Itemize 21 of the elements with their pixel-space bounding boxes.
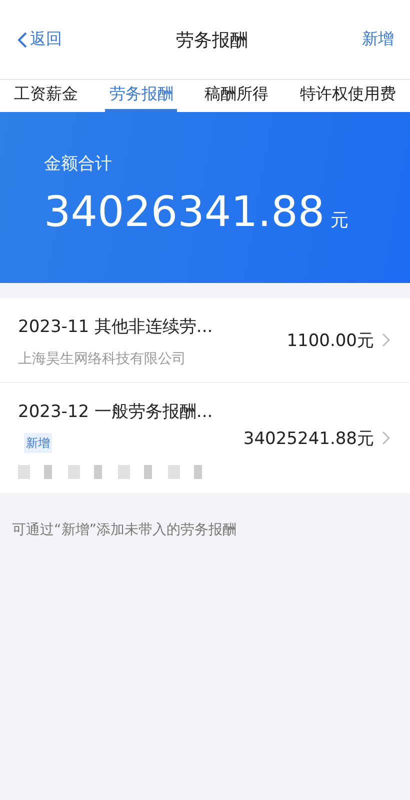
add-button[interactable]: 新增 (362, 29, 394, 50)
category-tab[interactable]: 特许权使用费 (296, 80, 400, 112)
category-tab[interactable]: 稿酬所得 (200, 80, 273, 112)
total-amount: 34026341.88 (44, 187, 325, 236)
page-title: 劳务报酬 (176, 28, 248, 52)
record-amount: 34025241.88元 (243, 428, 374, 450)
chevron-right-icon (382, 431, 390, 445)
record-title: 2023-12 一般劳务报酬... (18, 402, 213, 422)
back-chevron-icon (16, 30, 28, 48)
chevron-right-icon (382, 333, 390, 347)
new-tag: 新增 (24, 433, 52, 453)
record-row[interactable]: 2023-12 一般劳务报酬... 新增 34025241.88元 (0, 383, 410, 493)
record-title: 2023-11 其他非连续劳... (18, 316, 214, 339)
back-button[interactable]: 返回 (16, 29, 62, 50)
record-amount: 1100.00元 (286, 330, 374, 352)
hint-text: 可通过“新增”添加未带入的劳务报酬 (11, 521, 238, 540)
total-label: 金额合计 (44, 153, 113, 175)
record-row[interactable]: 2023-11 其他非连续劳... 上海昊生网络科技有限公司 1100.00元 (0, 298, 410, 383)
company-name: 上海昊生网络科技有限公司 (18, 350, 187, 368)
currency-unit: 元 (330, 209, 349, 232)
category-tab[interactable]: 工资薪金 (10, 80, 82, 112)
